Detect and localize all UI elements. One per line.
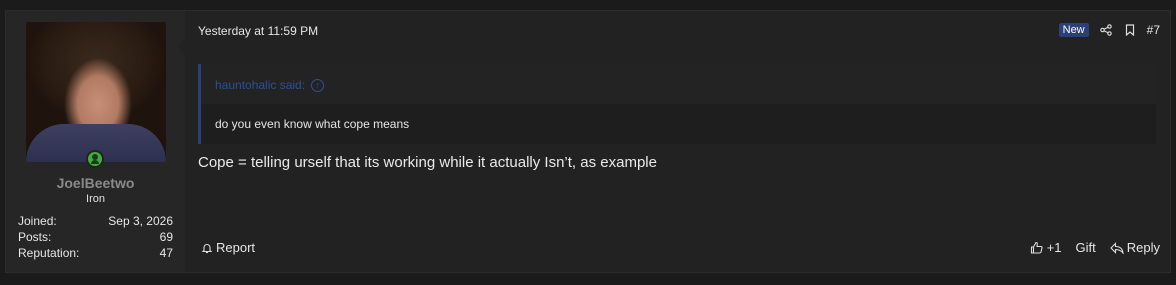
report-button[interactable]: Report [200,240,255,255]
post-message: Cope = telling urself that its working w… [198,154,657,171]
online-status-icon [86,150,104,168]
stat-value: 69 [159,230,173,244]
quote-author[interactable]: hauntohalic said: [215,78,305,92]
stat-posts: Posts: 69 [18,229,173,245]
stat-label: Joined: [18,214,57,228]
stat-label: Reputation: [18,246,80,260]
user-title: Iron [86,193,105,205]
share-icon[interactable] [1099,23,1113,37]
new-badge: New [1058,23,1089,37]
reply-label: Reply [1126,240,1160,255]
post-timestamp[interactable]: Yesterday at 11:59 PM [198,24,318,38]
post-meta-actions: New #7 [1058,23,1160,37]
quote-header: hauntohalic said: ↑ [201,64,1156,104]
bookmark-icon[interactable] [1123,23,1137,37]
post-actions: +1 Gift Reply [1030,240,1160,255]
like-button[interactable]: +1 [1030,240,1062,255]
avatar[interactable] [26,22,166,162]
user-stats: Joined: Sep 3, 2026 Posts: 69 Reputation… [18,213,173,261]
report-label: Report [216,240,256,255]
forum-post: JoelBeetwo Iron Joined: Sep 3, 2026 Post… [5,10,1171,273]
username[interactable]: JoelBeetwo [6,175,185,191]
user-sidebar: JoelBeetwo Iron Joined: Sep 3, 2026 Post… [6,11,185,272]
stat-value: Sep 3, 2026 [108,214,173,228]
reply-icon [1109,241,1124,255]
stat-label: Posts: [18,230,52,244]
stat-reputation: Reputation: 47 [18,245,173,261]
stat-value: 47 [159,246,173,260]
stat-joined: Joined: Sep 3, 2026 [18,213,173,229]
gift-button[interactable]: Gift [1076,240,1096,255]
like-count: +1 [1046,240,1062,255]
bell-icon [200,241,214,255]
quote-text: do you even know what cope means [215,117,410,131]
post-number[interactable]: #7 [1147,23,1160,37]
post-main: Yesterday at 11:59 PM New #7 hauntohalic… [186,11,1170,272]
sidebar-arrow [177,38,185,54]
quote-up-icon[interactable]: ↑ [311,79,325,93]
reply-button[interactable]: Reply [1109,240,1160,255]
quote-block: hauntohalic said: ↑ do you even know what… [198,64,1156,144]
thumbs-up-icon [1030,241,1044,255]
